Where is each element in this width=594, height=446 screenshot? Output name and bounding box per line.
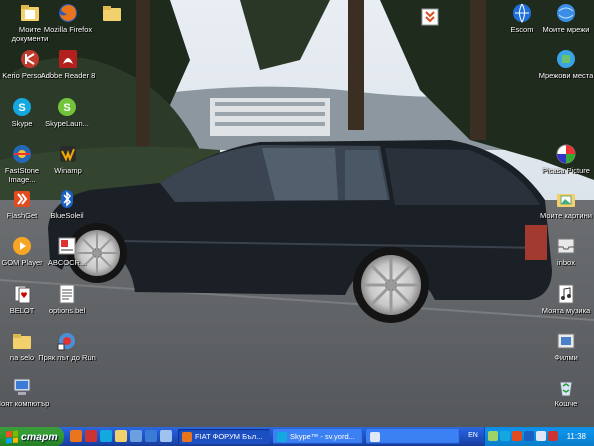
desktop-icon-my-computer[interactable]: Моят компютър xyxy=(0,376,52,409)
icon-label: Пряк път до Run xyxy=(38,353,96,362)
media-icon[interactable] xyxy=(130,430,142,442)
recycle-bin-icon xyxy=(559,381,573,397)
svg-text:S: S xyxy=(63,102,70,114)
download-icon xyxy=(421,8,439,26)
explorer-icon[interactable] xyxy=(115,430,127,442)
gom-player-icon xyxy=(13,237,31,255)
desktop-icon-folder-top[interactable] xyxy=(82,2,142,26)
adobe-reader-icon xyxy=(59,50,77,68)
icon-label: inbox xyxy=(557,258,575,267)
music-icon xyxy=(558,284,574,304)
skype-launcher-icon: S xyxy=(58,98,76,116)
my-computer-icon xyxy=(13,378,31,395)
picasa-icon xyxy=(556,144,576,164)
svg-text:S: S xyxy=(18,102,25,114)
folder-icon xyxy=(13,334,31,349)
firefox-icon xyxy=(59,4,77,22)
taskbar-button-skype[interactable]: Skype™ - sv.yord... xyxy=(273,429,363,444)
icon-label: Picasa Picture xyxy=(542,166,590,175)
icon-label: Моят компютър xyxy=(0,399,50,408)
system-tray: 11:38 xyxy=(484,427,594,446)
task-label: FIAT ФОРУМ Бъл... xyxy=(195,432,263,441)
desktop-icon-my-pictures[interactable]: Моите картини xyxy=(536,188,594,221)
window-icon xyxy=(370,431,380,442)
desktop-icon-abcocr[interactable]: ABCOCR... xyxy=(37,235,97,268)
icon-label: SkypeLaun... xyxy=(45,119,89,128)
desktop-icon-network[interactable]: Моите мрежи xyxy=(536,2,594,35)
icon-label: Winamp xyxy=(54,166,82,175)
skype-icon xyxy=(277,431,287,442)
icon-label: Моите мрежи xyxy=(542,25,590,34)
faststone-icon xyxy=(13,145,31,163)
desktop-icon-films[interactable]: Филми xyxy=(536,330,594,363)
video-icon xyxy=(557,333,575,349)
desktop-icon-network-places[interactable]: Мрежови места xyxy=(536,48,594,81)
icon-label: Моите картини xyxy=(540,211,592,220)
inbox-icon xyxy=(557,238,575,254)
bluetooth-icon xyxy=(61,190,73,208)
volume-tray-icon[interactable] xyxy=(536,431,546,441)
pictures-icon xyxy=(557,194,575,207)
desktop-icon-run-shortcut[interactable]: Пряк път до Run xyxy=(37,330,97,363)
firefox-icon xyxy=(182,431,192,442)
icon-label: Adobe Reader 8 xyxy=(40,71,96,80)
abc-ocr-icon xyxy=(58,237,76,255)
folder-icon xyxy=(103,6,121,21)
desktop-icon-options-bel[interactable]: options.bel xyxy=(37,283,97,316)
desktop-icon-adobe-reader[interactable]: Adobe Reader 8 xyxy=(38,48,98,81)
desktop-icon-download-top[interactable] xyxy=(400,6,460,30)
svg-text:♥: ♥ xyxy=(20,291,27,300)
bluetooth-tray-icon[interactable] xyxy=(524,431,534,441)
network-tray-icon[interactable] xyxy=(488,431,498,441)
quick-launch xyxy=(70,430,172,442)
desktop[interactable]: Моите документи Mozilla Firefox Kerio Pe… xyxy=(0,0,594,427)
taskbar-button-firefox[interactable]: FIAT ФОРУМ Бъл... xyxy=(178,429,270,444)
security-tray-icon[interactable] xyxy=(512,431,522,441)
taskbar-button-window[interactable] xyxy=(366,429,460,444)
icon-label: options.bel xyxy=(48,306,86,315)
desktop-icon-inbox[interactable]: inbox xyxy=(536,235,594,268)
desktop-icon-skypelauncher[interactable]: S SkypeLaun... xyxy=(37,96,97,129)
desktop-icon-recycle-bin[interactable]: Кошче xyxy=(536,376,594,409)
desktop-icon-picasa[interactable]: Picasa Picture xyxy=(536,143,594,176)
network-places-icon xyxy=(557,50,575,68)
desktop-icon-bluesoleil[interactable]: BlueSoleil xyxy=(37,188,97,221)
clock[interactable]: 11:38 xyxy=(567,427,586,446)
escom-icon xyxy=(513,3,531,24)
skype-icon[interactable] xyxy=(100,430,112,442)
skype-icon: S xyxy=(13,98,31,116)
text-file-icon xyxy=(59,284,75,304)
flag-icon[interactable] xyxy=(85,430,97,442)
language-indicator[interactable]: EN xyxy=(466,430,480,442)
icon-label: Мрежови места xyxy=(538,71,594,80)
skype-tray-icon[interactable] xyxy=(500,431,510,441)
icon-label: ABCOCR... xyxy=(47,258,87,267)
winamp-icon xyxy=(60,146,76,162)
start-button[interactable]: старт xyxy=(0,427,64,446)
firefox-icon[interactable] xyxy=(70,430,82,442)
icon-label: Кошче xyxy=(554,399,578,408)
cards-icon: ♥ xyxy=(14,285,31,304)
icon-label: Mozilla Firefox xyxy=(43,25,93,34)
antivirus-tray-icon[interactable] xyxy=(548,431,558,441)
network-icon xyxy=(557,4,575,22)
desktop-icon-winamp[interactable]: Winamp xyxy=(38,143,98,176)
flashget-icon xyxy=(14,191,30,207)
taskbar: старт FIAT ФОРУМ Бъл... Skype™ - sv.yord… xyxy=(0,427,594,446)
desktop-icon[interactable] xyxy=(160,430,172,442)
icon-label: Филми xyxy=(554,353,578,362)
desktop-icon-my-music[interactable]: Моята музика xyxy=(536,283,594,316)
task-label: Skype™ - sv.yord... xyxy=(290,432,355,441)
shortcut-icon xyxy=(57,333,75,351)
mail-icon[interactable] xyxy=(145,430,157,442)
windows-logo-icon xyxy=(6,429,18,444)
icon-label: BlueSoleil xyxy=(50,211,84,220)
icon-label: Моята музика xyxy=(541,306,591,315)
start-label: старт xyxy=(21,430,58,443)
